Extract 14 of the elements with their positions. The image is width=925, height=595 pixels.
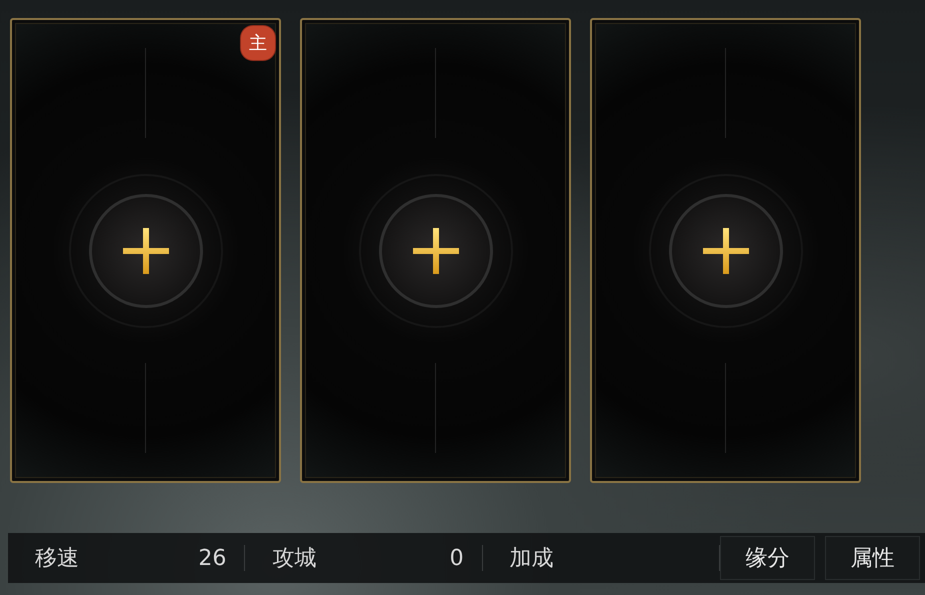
plus-icon (122, 228, 168, 274)
stat-value: 0 (450, 546, 464, 570)
main-badge: 主 (241, 26, 275, 60)
stat-label: 攻城 (272, 545, 316, 573)
tab-button[interactable]: 缘分 (720, 536, 815, 580)
stat-label: 移速 (35, 545, 79, 573)
add-button[interactable] (378, 194, 492, 308)
stat-label: 加成 (510, 545, 554, 573)
tab-button[interactable]: 属性 (825, 536, 920, 580)
stat-value: 26 (198, 546, 226, 570)
add-button[interactable] (668, 194, 782, 308)
plus-icon (702, 228, 748, 274)
plus-icon (412, 228, 458, 274)
add-button[interactable] (88, 194, 202, 308)
